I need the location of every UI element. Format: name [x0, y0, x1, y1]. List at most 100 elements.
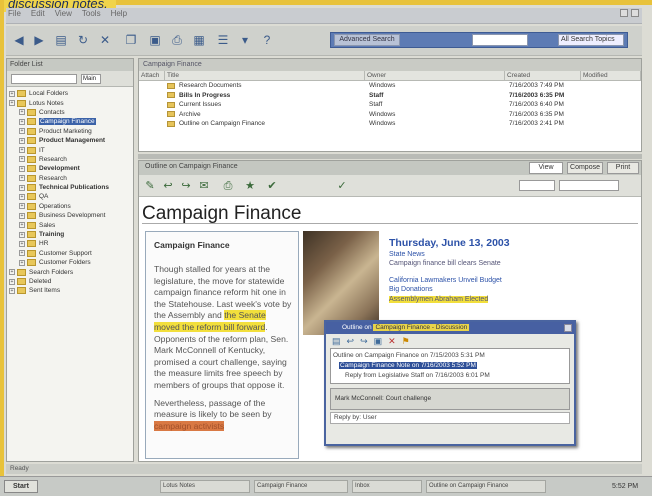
reply-icon[interactable]: ↩: [161, 179, 175, 193]
expand-icon[interactable]: +: [9, 90, 15, 97]
thread-row[interactable]: Campaign Finance Note on 7/16/2003 5:52 …: [333, 361, 567, 371]
taskbar-item-campaign[interactable]: Campaign Finance: [254, 480, 348, 493]
popup-folder-icon[interactable]: ▣: [374, 336, 383, 346]
column-attach[interactable]: Attach: [139, 71, 165, 80]
start-button[interactable]: Start: [4, 480, 38, 493]
popup-forward-icon[interactable]: ↪: [360, 336, 368, 346]
folder-tree-item[interactable]: + Customer Folders: [9, 258, 131, 267]
edit-icon[interactable]: ✎: [143, 179, 157, 193]
folder-tree-item[interactable]: + Search Folders: [9, 267, 131, 276]
popup-new-icon[interactable]: ▤: [332, 336, 341, 346]
refresh-icon[interactable]: ↻: [74, 31, 92, 49]
menu-file[interactable]: File: [8, 9, 21, 18]
expand-icon[interactable]: +: [19, 165, 25, 172]
popup-close-button[interactable]: [564, 324, 572, 332]
expand-icon[interactable]: +: [9, 287, 15, 294]
search-scope-select[interactable]: All Search Topics: [558, 34, 624, 46]
view-select[interactable]: [519, 180, 555, 191]
table-row[interactable]: Research Documents Windows 7/16/2003 7:49 …: [139, 81, 641, 91]
folder-tree-item[interactable]: + IT: [9, 145, 131, 154]
news-link-bill[interactable]: Campaign finance bill clears Senate: [389, 260, 559, 267]
folder-tree-item[interactable]: + Development: [9, 164, 131, 173]
folder-tree-item[interactable]: + Operations: [9, 202, 131, 211]
pane-splitter[interactable]: [138, 154, 642, 159]
table-row[interactable]: Archive Windows 7/16/2003 6:35 PM: [139, 110, 641, 120]
folder-tree-item[interactable]: + Research: [9, 174, 131, 183]
checkmark-icon[interactable]: ✔: [265, 179, 279, 193]
taskbar-item-outline[interactable]: Outline on Campaign Finance: [426, 480, 546, 493]
expand-icon[interactable]: +: [19, 128, 25, 135]
expand-icon[interactable]: +: [19, 259, 25, 266]
expand-icon[interactable]: +: [19, 175, 25, 182]
news-link-budget[interactable]: California Lawmakers Unveil Budget: [389, 277, 559, 284]
expand-icon[interactable]: +: [19, 222, 25, 229]
print-icon[interactable]: ⎙: [168, 31, 186, 49]
document-tab-label[interactable]: Outline on Campaign Finance: [145, 163, 238, 170]
copy-icon[interactable]: ❐: [122, 31, 140, 49]
expand-icon[interactable]: +: [19, 240, 25, 247]
delete-icon[interactable]: ✕: [96, 31, 114, 49]
folder-filter-input[interactable]: [11, 74, 77, 84]
table-row[interactable]: Outline on Campaign Finance Windows 7/16/2…: [139, 119, 641, 129]
forward-doc-icon[interactable]: ↪: [179, 179, 193, 193]
folder-tree-item[interactable]: + Research: [9, 155, 131, 164]
folder-tree-item[interactable]: + Product Management: [9, 136, 131, 145]
tab-print[interactable]: Print: [607, 162, 639, 174]
menu-edit[interactable]: Edit: [31, 9, 45, 18]
minimize-button[interactable]: [620, 9, 628, 17]
search-input[interactable]: [472, 34, 528, 46]
doc-search-input[interactable]: [559, 180, 619, 191]
news-link-state[interactable]: State News: [389, 251, 559, 258]
table-row[interactable]: Bills In Progress Staff 7/16/2003 6:35 PM: [139, 91, 641, 101]
folder-icon[interactable]: ▣: [146, 31, 164, 49]
expand-icon[interactable]: +: [19, 184, 25, 191]
folder-tree-item[interactable]: + Sent Items: [9, 286, 131, 295]
options-icon[interactable]: ▾: [236, 31, 254, 49]
advanced-search-button[interactable]: Advanced Search: [334, 34, 400, 46]
folder-tree-item[interactable]: + Lotus Notes: [9, 98, 131, 107]
expand-icon[interactable]: +: [19, 109, 25, 116]
folder-tree-item[interactable]: + Customer Support: [9, 249, 131, 258]
popup-flag-icon[interactable]: ⚑: [402, 336, 410, 346]
new-document-icon[interactable]: ▤: [52, 31, 70, 49]
folder-tree-item[interactable]: + Training: [9, 230, 131, 239]
article-highlight-2[interactable]: campaign activists: [154, 420, 225, 431]
expand-icon[interactable]: +: [19, 156, 25, 163]
menu-tools[interactable]: Tools: [82, 9, 101, 18]
view-icon[interactable]: ☰: [214, 31, 232, 49]
column-created[interactable]: Created: [505, 71, 581, 80]
taskbar-item-inbox[interactable]: Inbox: [352, 480, 422, 493]
close-button[interactable]: [631, 9, 639, 17]
menu-view[interactable]: View: [55, 9, 72, 18]
tab-view[interactable]: View: [529, 162, 563, 174]
popup-reply-field[interactable]: Reply by: User: [330, 412, 570, 424]
folder-tree-item[interactable]: + Sales: [9, 220, 131, 229]
save-icon[interactable]: ▦: [190, 31, 208, 49]
popup-delete-icon[interactable]: ✕: [388, 336, 396, 346]
column-owner[interactable]: Owner: [365, 71, 505, 80]
expand-icon[interactable]: +: [19, 203, 25, 210]
folder-tree-item[interactable]: + Deleted: [9, 277, 131, 286]
expand-icon[interactable]: +: [19, 118, 25, 125]
back-icon[interactable]: ◀: [10, 31, 28, 49]
forward-icon[interactable]: ▶: [30, 31, 48, 49]
popup-reply-icon[interactable]: ↩: [347, 336, 355, 346]
folder-tree-item[interactable]: + Product Marketing: [9, 127, 131, 136]
menu-help[interactable]: Help: [111, 9, 127, 18]
help-icon[interactable]: ?: [258, 31, 276, 49]
table-row[interactable]: Current Issues Staff 7/16/2003 6:40 PM: [139, 100, 641, 110]
tab-compose[interactable]: Compose: [567, 162, 603, 174]
expand-icon[interactable]: +: [9, 278, 15, 285]
folder-tree-item[interactable]: + Business Development: [9, 211, 131, 220]
folder-tree-item[interactable]: + Campaign Finance: [9, 117, 131, 126]
column-modified[interactable]: Modified: [581, 71, 641, 80]
news-link-donations[interactable]: Big Donations: [389, 286, 559, 293]
attach-icon[interactable]: ✉: [197, 179, 211, 193]
expand-icon[interactable]: +: [9, 100, 15, 107]
folder-tree-item[interactable]: + HR: [9, 239, 131, 248]
expand-icon[interactable]: +: [19, 147, 25, 154]
expand-icon[interactable]: +: [19, 137, 25, 144]
expand-icon[interactable]: +: [9, 269, 15, 276]
expand-icon[interactable]: +: [19, 231, 25, 238]
doc-print-icon[interactable]: ⎙: [221, 179, 235, 193]
